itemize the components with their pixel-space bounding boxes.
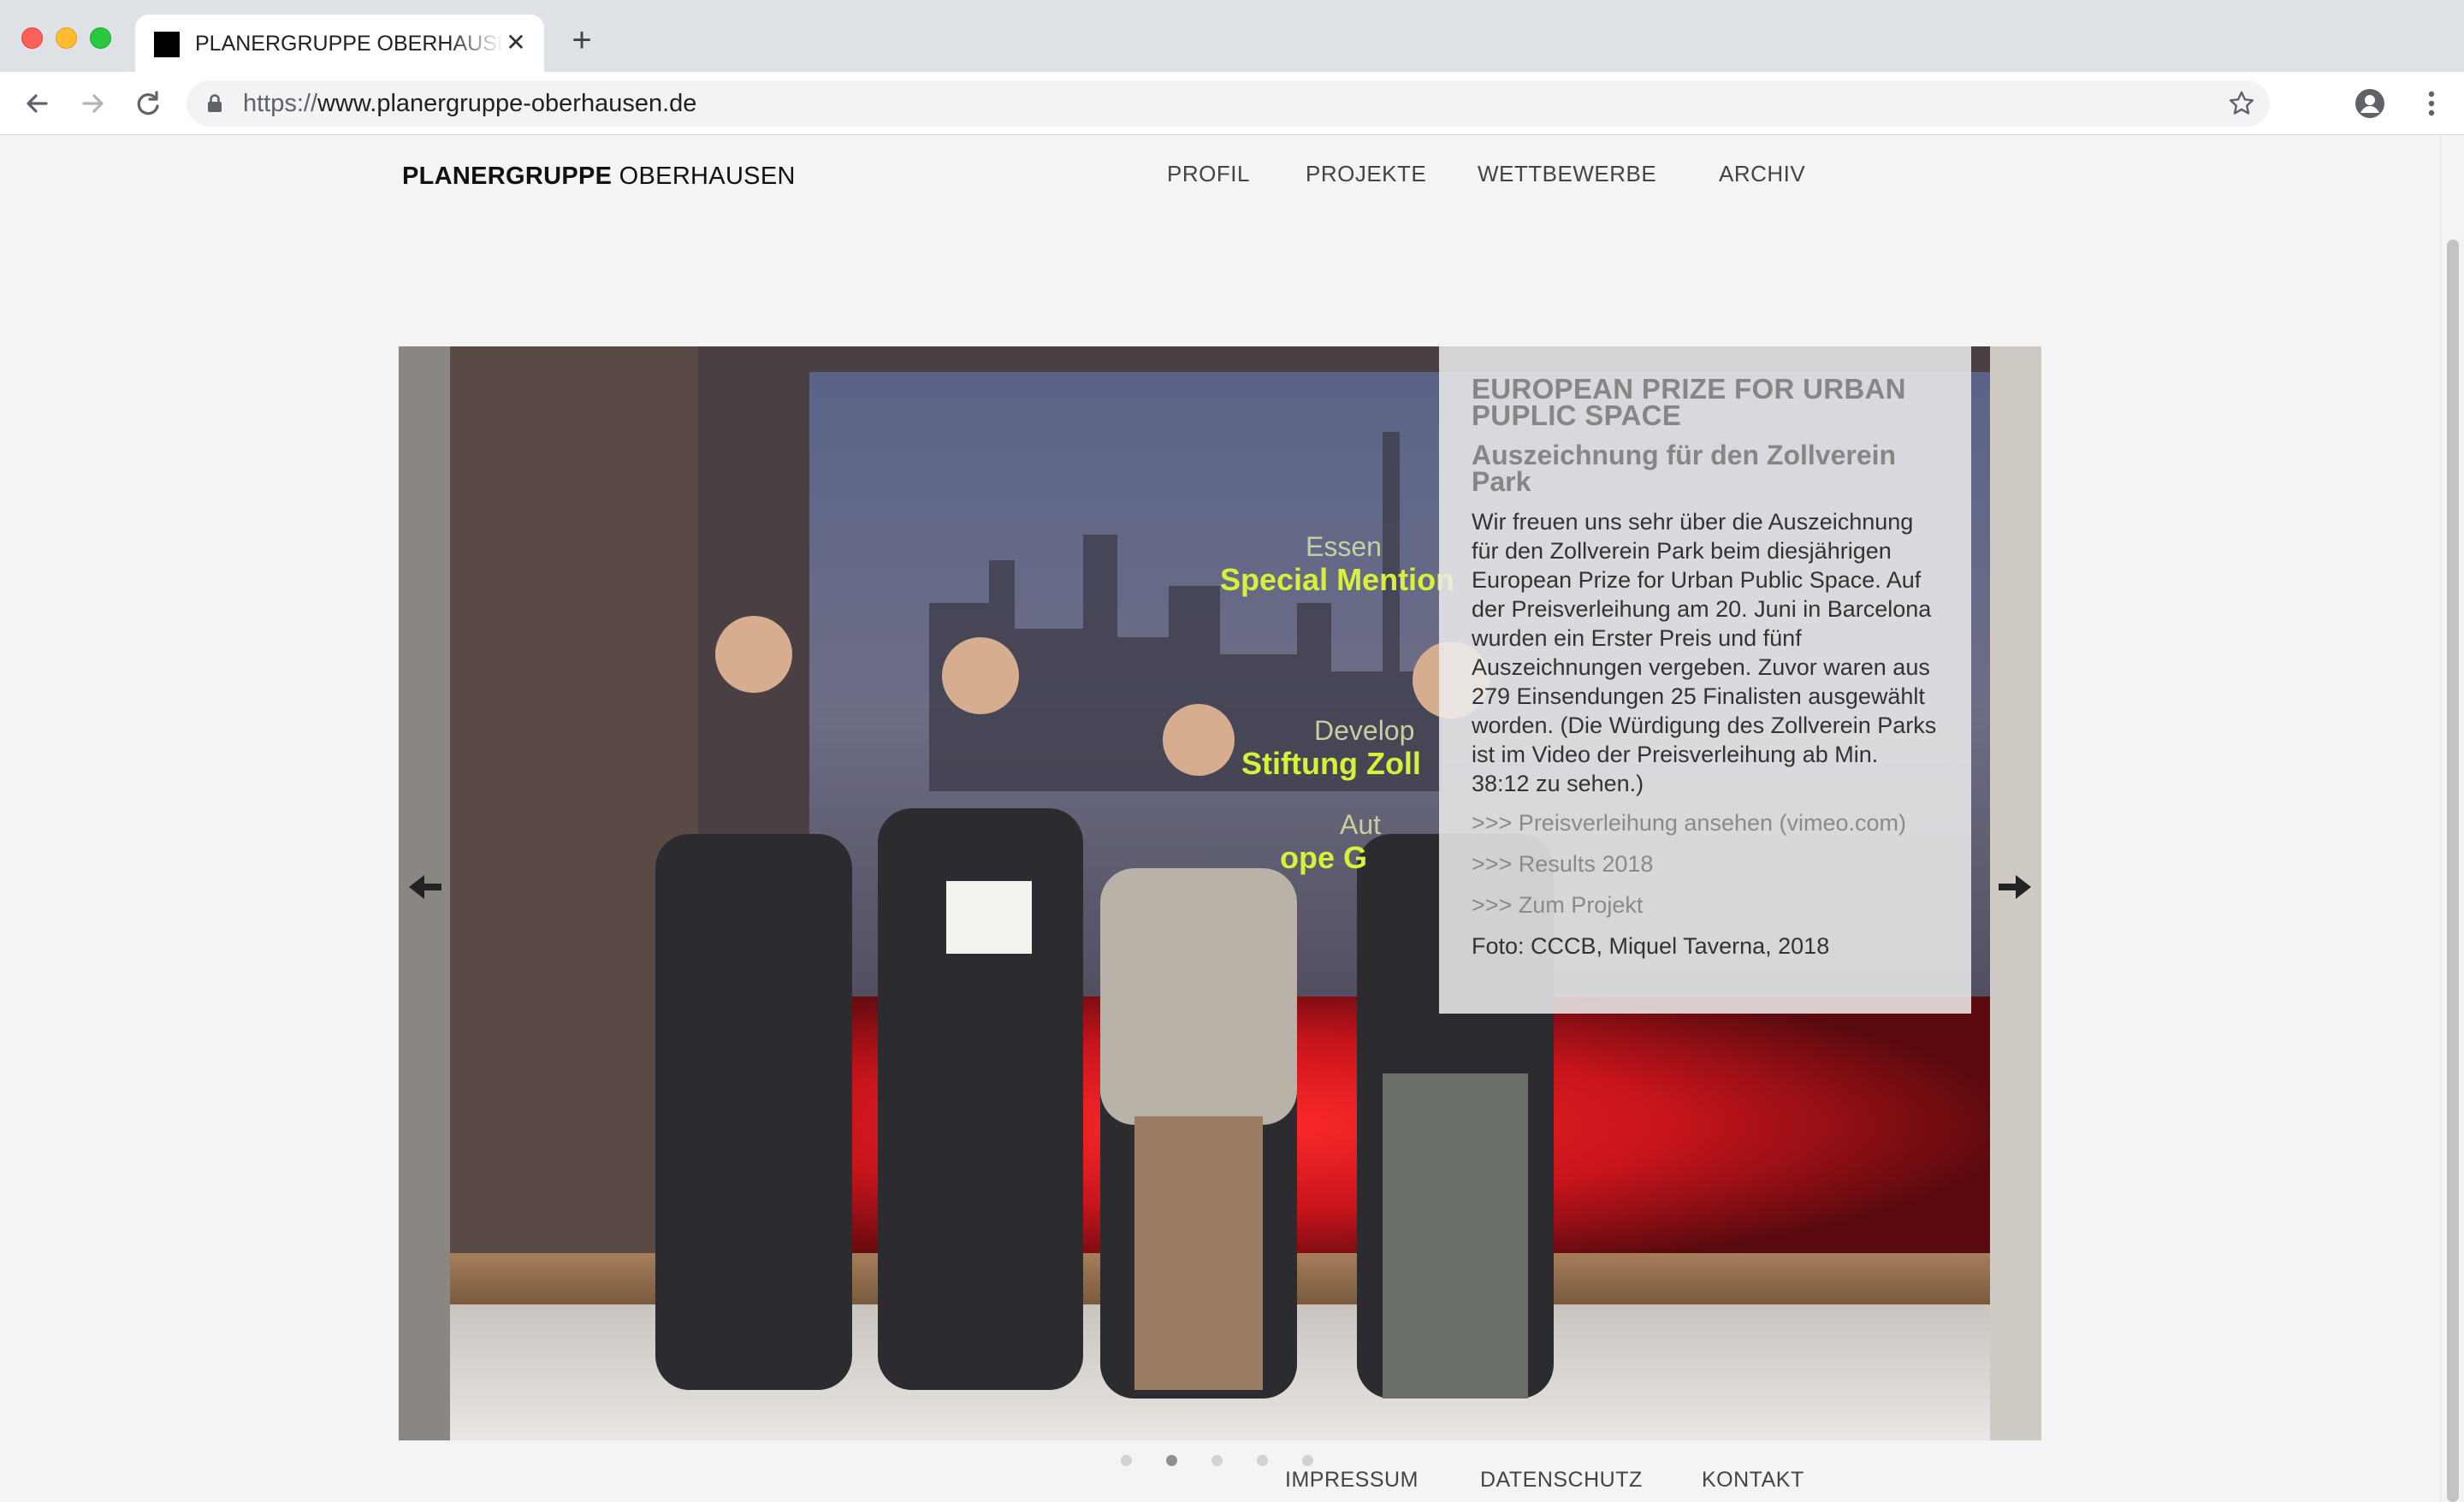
back-arrow-icon[interactable] — [17, 84, 56, 123]
slide-body-text: Wir freuen uns sehr über die Auszeichnun… — [1472, 509, 1937, 796]
nav-item-profil[interactable]: PROFIL — [1167, 161, 1250, 187]
screen-text-mention: Special Mention — [1220, 562, 1454, 597]
slider-dot[interactable] — [1166, 1455, 1177, 1466]
browser-toolbar: https://www.planergruppe-oberhausen.de — [0, 72, 2464, 135]
browser-tab-bar: PLANERGRUPPE OBERHAUSEN ✕ + — [0, 0, 2464, 72]
screen-text-foundation: Stiftung Zoll — [1241, 746, 1421, 781]
page-scrollbar[interactable] — [2440, 135, 2464, 1502]
forward-arrow-icon[interactable] — [74, 84, 113, 123]
tab-title: PLANERGRUPPE OBERHAUSEN — [195, 32, 503, 56]
link-watch-award-video[interactable]: >>> Preisverleihung ansehen (vimeo.com) — [1472, 808, 1939, 837]
slider-dot[interactable] — [1121, 1455, 1132, 1466]
tab-close-icon[interactable]: ✕ — [503, 30, 529, 56]
url-text[interactable]: https://www.planergruppe-oberhausen.de — [243, 90, 696, 117]
new-tab-button[interactable]: + — [565, 23, 599, 58]
slide-info-overlay: EUROPEAN PRIZE FOR URBAN PUPLIC SPACE Au… — [1439, 346, 1971, 1014]
slider-prev-arrow-icon[interactable] — [407, 868, 445, 906]
footer-link-kontakt[interactable]: KONTAKT — [1702, 1468, 1804, 1493]
link-results-2018[interactable]: >>> Results 2018 — [1472, 849, 1939, 878]
slider-next-arrow-icon[interactable] — [1995, 868, 2033, 906]
window-close-button[interactable] — [21, 27, 43, 49]
nav-item-wettbewerbe[interactable]: WETTBEWERBE — [1478, 161, 1656, 187]
browser-menu-icon[interactable] — [2414, 86, 2449, 121]
scrollbar-thumb[interactable] — [2447, 239, 2459, 1502]
image-slider[interactable]: Essen Special Mention Develop Stiftung Z… — [399, 346, 2041, 1440]
nav-item-projekte[interactable]: PROJEKTE — [1306, 161, 1426, 187]
reload-icon[interactable] — [128, 84, 168, 123]
footer-link-impressum[interactable]: IMPRESSUM — [1285, 1468, 1419, 1493]
screen-text-office: ope G — [1280, 840, 1367, 875]
site-logo[interactable]: PLANERGRUPPE OBERHAUSEN — [402, 163, 796, 191]
screen-text-city: Essen — [1306, 531, 1382, 562]
slide-title: EUROPEAN PRIZE FOR URBAN PUPLIC SPACE — [1472, 373, 1906, 431]
screen-text-developer: Develop — [1314, 715, 1414, 746]
slider-dot[interactable] — [1302, 1455, 1313, 1466]
lock-icon — [208, 94, 222, 112]
slider-dot[interactable] — [1257, 1455, 1268, 1466]
slide-subtitle: Auszeichnung für den Zollverein Park — [1472, 440, 1897, 497]
slider-dot[interactable] — [1211, 1455, 1223, 1466]
browser-tab-active[interactable]: PLANERGRUPPE OBERHAUSEN ✕ — [135, 15, 544, 72]
photo-credit: Foto: CCCB, Miquel Taverna, 2018 — [1472, 933, 1830, 959]
window-maximize-button[interactable] — [90, 27, 111, 49]
web-page: PLANERGRUPPE OBERHAUSEN PROFIL PROJEKTE … — [0, 135, 2464, 1502]
profile-avatar-icon[interactable] — [2353, 86, 2387, 121]
bookmark-star-icon[interactable] — [2227, 89, 2256, 118]
nav-item-archiv[interactable]: ARCHIV — [1719, 161, 1805, 187]
screen-text-author: Aut — [1340, 809, 1381, 840]
link-to-project[interactable]: >>> Zum Projekt — [1472, 890, 1939, 920]
site-favicon-icon — [154, 32, 180, 57]
footer-link-datenschutz[interactable]: DATENSCHUTZ — [1480, 1468, 1643, 1493]
slider-pagination — [1121, 1455, 1348, 1467]
window-minimize-button[interactable] — [56, 27, 77, 49]
address-bar[interactable]: https://www.planergruppe-oberhausen.de — [187, 80, 2270, 127]
